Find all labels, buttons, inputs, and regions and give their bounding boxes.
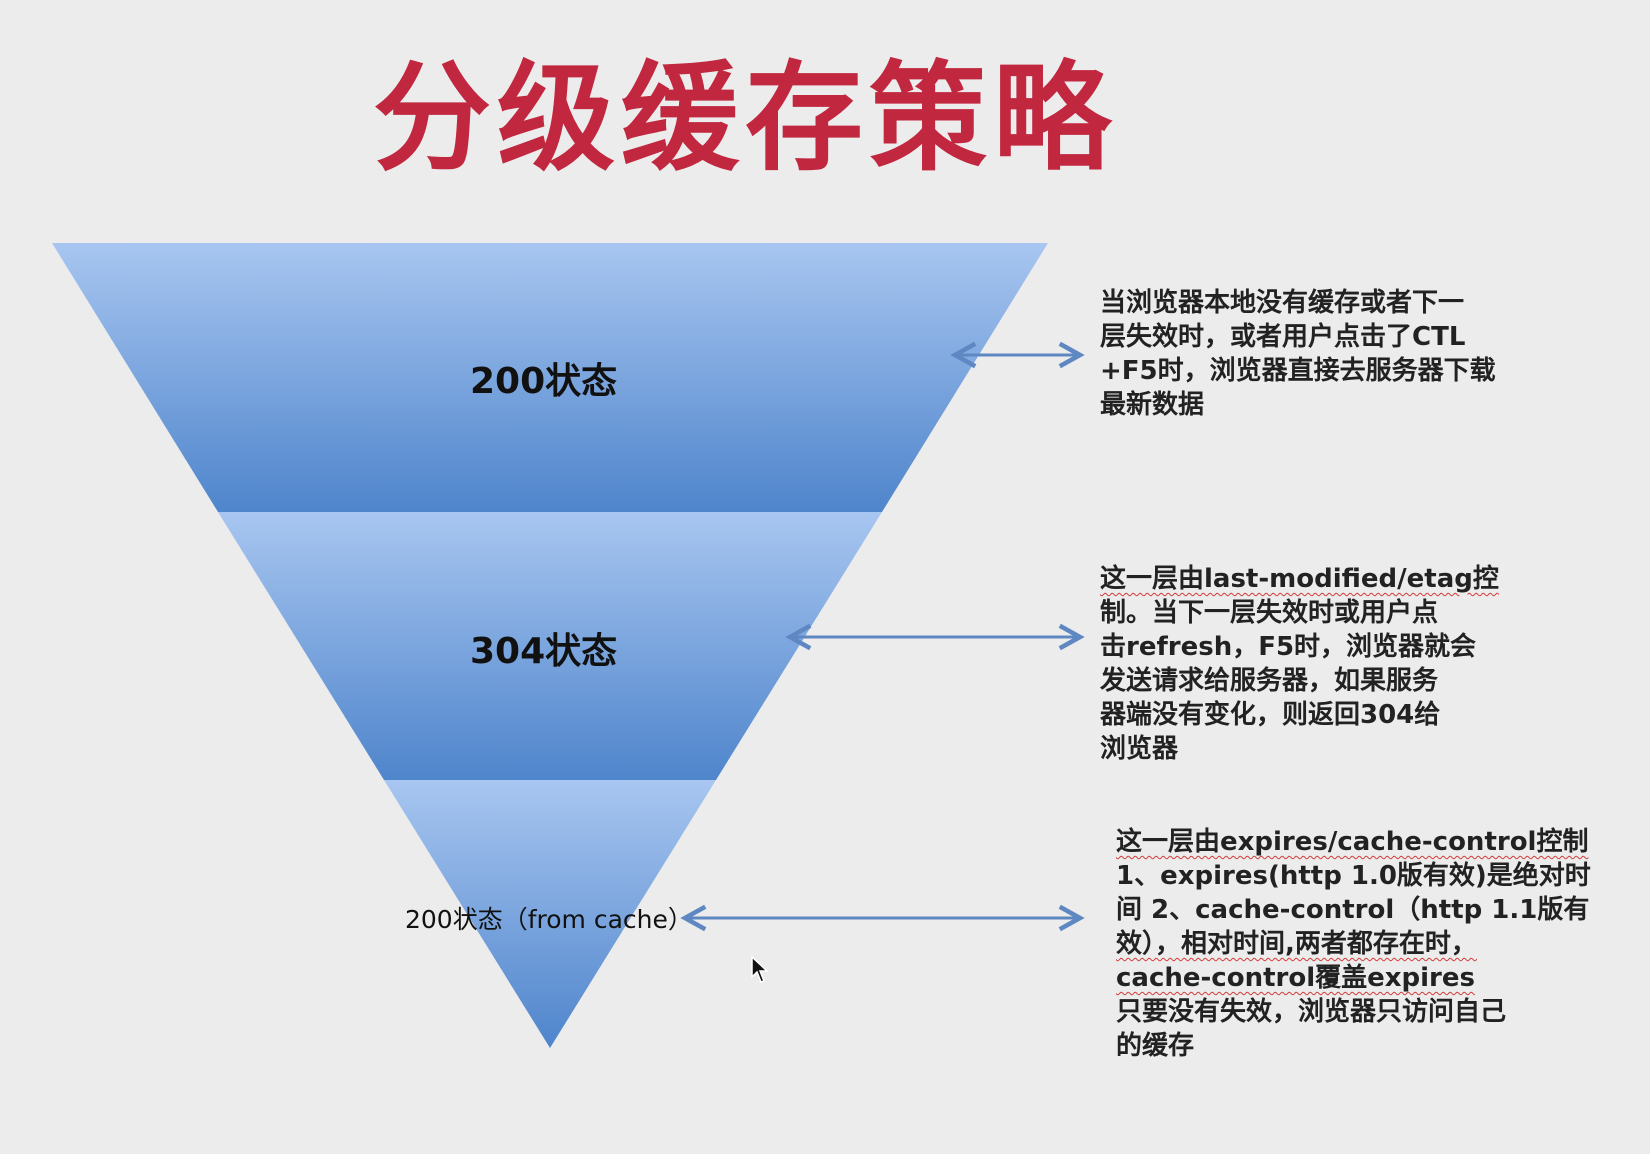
note-from-cache: 这一层由expires/cache-control控制 1、expires(ht… — [1116, 825, 1591, 1063]
note-line: 层失效时，或者用户点击了CTL — [1100, 322, 1466, 352]
layer-label-304: 304状态 — [470, 631, 618, 672]
note-line: 当浏览器本地没有缓存或者下一 — [1100, 288, 1465, 318]
note-line: 的缓存 — [1116, 1031, 1195, 1061]
note-line: cache-control覆盖expires — [1116, 963, 1475, 993]
note-line: 发送请求给服务器，如果服务 — [1100, 666, 1439, 696]
note-line: 浏览器 — [1100, 734, 1179, 764]
mouse-pointer-icon — [751, 955, 769, 983]
layer-label-from-cache: 200状态（from cache） — [405, 905, 693, 934]
note-line: 这一层由last-modified/etag控 — [1100, 564, 1499, 594]
note-line: 只要没有失效，浏览器只访问自己 — [1116, 997, 1507, 1027]
note-line: 这一层由expires/cache-control控制 — [1116, 827, 1589, 857]
note-line: +F5时，浏览器直接去服务器下载 — [1100, 356, 1496, 386]
slide: 分级缓存策略 200状态 304状态 200状态（from cache） 当浏览… — [0, 0, 1650, 1154]
note-line: 间 2、cache-control（http 1.1版有 — [1116, 895, 1590, 925]
note-line: 器端没有变化，则返回304给 — [1100, 700, 1441, 730]
note-200: 当浏览器本地没有缓存或者下一 层失效时，或者用户点击了CTL +F5时，浏览器直… — [1100, 286, 1496, 422]
layer-label-200: 200状态 — [470, 361, 618, 402]
note-line: 击refresh，F5时，浏览器就会 — [1100, 632, 1477, 662]
note-line: 1、expires(http 1.0版有效)是绝对时 — [1116, 861, 1591, 891]
note-line: 效），相对时间,两者都存在时， — [1116, 929, 1477, 959]
note-line: 制。当下一层失效时或用户点 — [1100, 598, 1439, 628]
note-line: 最新数据 — [1100, 390, 1205, 420]
note-304: 这一层由last-modified/etag控 制。当下一层失效时或用户点 击r… — [1100, 562, 1499, 766]
